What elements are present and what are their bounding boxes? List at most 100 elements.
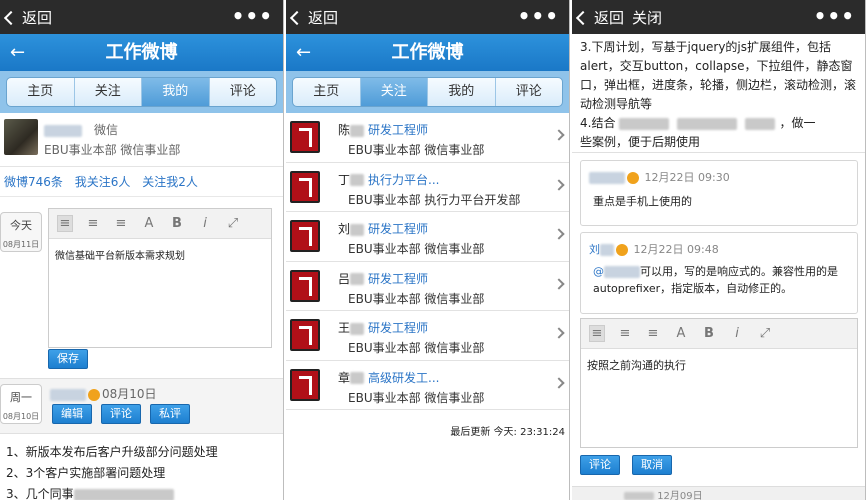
edit-button[interactable]: 编辑 xyxy=(52,404,92,424)
align-right-icon[interactable]: ≡ xyxy=(113,216,129,231)
fullscreen-icon[interactable]: ⤢ xyxy=(225,216,241,231)
avatar xyxy=(290,319,320,351)
comment-item: 12月22日 09:30 重点是手机上使用的 xyxy=(580,160,858,226)
comment-text: 重点是手机上使用的 xyxy=(593,195,692,208)
list-item[interactable]: 王研发工程师 EBU事业本部 微信事业部 xyxy=(286,311,569,361)
profile-header: 微信 EBU事业本部 微信事业部 xyxy=(0,113,283,167)
back-button[interactable]: 返回 xyxy=(289,7,338,28)
tab-comments[interactable]: 评论 xyxy=(496,78,563,106)
tab-bar: 主页 关注 我的 评论 xyxy=(292,77,563,107)
title-bar: ← 工作微博 xyxy=(286,34,569,71)
align-left-icon[interactable]: ≡ xyxy=(57,215,73,232)
list-item[interactable]: 陈研发工程师 EBU事业本部 微信事业部 xyxy=(286,113,569,163)
reply-editor: ≡ ≡ ≡ A B i ⤢ 按照之前沟通的执行 xyxy=(580,318,858,448)
tab-following[interactable]: 关注 xyxy=(75,78,142,106)
tab-home[interactable]: 主页 xyxy=(7,78,75,106)
editor-toolbar: ≡ ≡ ≡ A B i ⤢ xyxy=(581,319,857,349)
cancel-button[interactable]: 取消 xyxy=(632,455,672,475)
chevron-right-icon xyxy=(553,277,565,290)
reply-text[interactable]: 按照之前沟通的执行 xyxy=(581,349,857,381)
post-content: 1、新版本发布后客户升级部分问题处理 2、3个客户实施部署问题处理 3、几个同事 xyxy=(6,442,218,500)
verified-icon xyxy=(627,172,639,184)
more-icon[interactable]: ••• xyxy=(232,4,273,28)
italic-icon[interactable]: i xyxy=(197,216,213,231)
editor-toolbar: ≡ ≡ ≡ A B i ⤢ xyxy=(49,209,271,239)
avatar xyxy=(290,269,320,302)
list-item[interactable]: 丁执行力平台... EBU事业本部 执行力平台开发部 xyxy=(286,163,569,212)
verified-icon xyxy=(88,388,100,401)
blurred-name xyxy=(589,172,625,184)
date-badge: 周一 08月10日 xyxy=(0,384,42,424)
blurred-name xyxy=(50,388,86,401)
top-bar: 返回 ••• xyxy=(0,0,283,34)
list-item[interactable]: 吕研发工程师 EBU事业本部 微信事业部 xyxy=(286,262,569,311)
list-item[interactable]: 章高级研发工... EBU事业本部 微信事业部 xyxy=(286,361,569,410)
close-button[interactable]: 关闭 xyxy=(632,7,662,28)
list-item: 1、新版本发布后客户升级部分问题处理 xyxy=(6,445,218,459)
avatar xyxy=(290,121,320,153)
align-left-icon[interactable]: ≡ xyxy=(589,325,605,342)
tab-following[interactable]: 关注 xyxy=(360,78,428,106)
align-center-icon[interactable]: ≡ xyxy=(617,326,633,341)
top-bar: 返回 ••• xyxy=(286,0,569,34)
tab-comments[interactable]: 评论 xyxy=(210,78,277,106)
page-title: 工作微博 xyxy=(391,42,464,63)
post-line: 3.下周计划，写基于jquery的js扩展组件，包括alert，交互button… xyxy=(580,40,857,111)
chevron-left-icon xyxy=(3,10,19,25)
avatar[interactable] xyxy=(4,119,38,155)
user-list: 陈研发工程师 EBU事业本部 微信事业部 丁执行力平台... EBU事业本部 执… xyxy=(286,113,569,410)
back-arrow-icon[interactable]: ← xyxy=(296,34,311,71)
compose-text[interactable]: 微信基础平台新版本需求规划 xyxy=(49,239,271,270)
bold-icon[interactable]: B xyxy=(701,326,717,341)
weibo-following-panel: 返回 ••• ← 工作微博 主页 关注 我的 评论 陈研发工程师 EBU事业本部… xyxy=(286,0,570,500)
weibo-my-panel: 返回 ••• ← 工作微博 主页 关注 我的 评论 微信 EBU事业本部 微信事… xyxy=(0,0,284,500)
stats-bar: 微博746条 我关注6人 关注我2人 xyxy=(0,167,283,197)
compose-editor: ≡ ≡ ≡ A B i ⤢ 微信基础平台新版本需求规划 xyxy=(48,208,272,348)
post-line: 些案例，便于后期使用 xyxy=(580,135,701,149)
title-bar: ← 工作微博 xyxy=(0,34,283,71)
followers-count-link[interactable]: 关注我2人 xyxy=(142,175,198,189)
bold-icon[interactable]: B xyxy=(169,216,185,231)
post-line: 4.结合 ，做一 xyxy=(580,116,816,130)
chevron-right-icon xyxy=(553,129,565,141)
tab-mine[interactable]: 我的 xyxy=(428,78,496,106)
blurred-name xyxy=(44,124,82,137)
italic-icon[interactable]: i xyxy=(729,326,745,341)
last-updated: 最后更新 今天: 23:31:24 xyxy=(450,427,565,438)
back-button[interactable]: 返回 xyxy=(575,7,624,28)
back-button[interactable]: 返回 xyxy=(3,7,52,28)
chevron-right-icon xyxy=(553,228,565,240)
tab-mine[interactable]: 我的 xyxy=(142,78,210,106)
back-arrow-icon[interactable]: ← xyxy=(10,34,25,71)
more-icon[interactable]: ••• xyxy=(814,4,855,28)
comment-button[interactable]: 评论 xyxy=(101,404,141,424)
private-comment-button[interactable]: 私评 xyxy=(150,404,190,424)
more-icon[interactable]: ••• xyxy=(518,4,559,28)
verified-icon xyxy=(616,244,628,256)
align-center-icon[interactable]: ≡ xyxy=(85,216,101,231)
weibo-count-link[interactable]: 微博746条 xyxy=(4,175,63,189)
avatar xyxy=(290,368,320,401)
font-size-icon[interactable]: A xyxy=(141,216,157,231)
page-title: 工作微博 xyxy=(105,42,178,63)
post-item: 周一 08月10日 08月10日 编辑 评论 私评 xyxy=(0,378,283,434)
chevron-left-icon xyxy=(289,10,305,25)
fullscreen-icon[interactable]: ⤢ xyxy=(757,326,773,341)
chevron-right-icon xyxy=(553,178,565,191)
save-button[interactable]: 保存 xyxy=(48,349,88,369)
chevron-right-icon xyxy=(553,376,565,389)
following-count-link[interactable]: 我关注6人 xyxy=(75,175,131,189)
font-size-icon[interactable]: A xyxy=(673,326,689,341)
top-bar: 返回 关闭 ••• xyxy=(572,0,865,34)
list-item[interactable]: 刘研发工程师 EBU事业本部 微信事业部 xyxy=(286,212,569,262)
chevron-left-icon xyxy=(575,10,591,25)
chevron-right-icon xyxy=(553,327,565,339)
comment-submit-button[interactable]: 评论 xyxy=(580,455,620,475)
post-date: 08月10日 xyxy=(102,387,157,401)
profile-org: EBU事业本部 微信事业部 xyxy=(44,143,181,157)
post-content: 3.下周计划，写基于jquery的js扩展组件，包括alert，交互button… xyxy=(580,38,858,152)
align-right-icon[interactable]: ≡ xyxy=(645,326,661,341)
tab-home[interactable]: 主页 xyxy=(293,78,361,106)
date-badge: 今天 08月11日 xyxy=(0,212,42,252)
avatar xyxy=(290,220,320,252)
